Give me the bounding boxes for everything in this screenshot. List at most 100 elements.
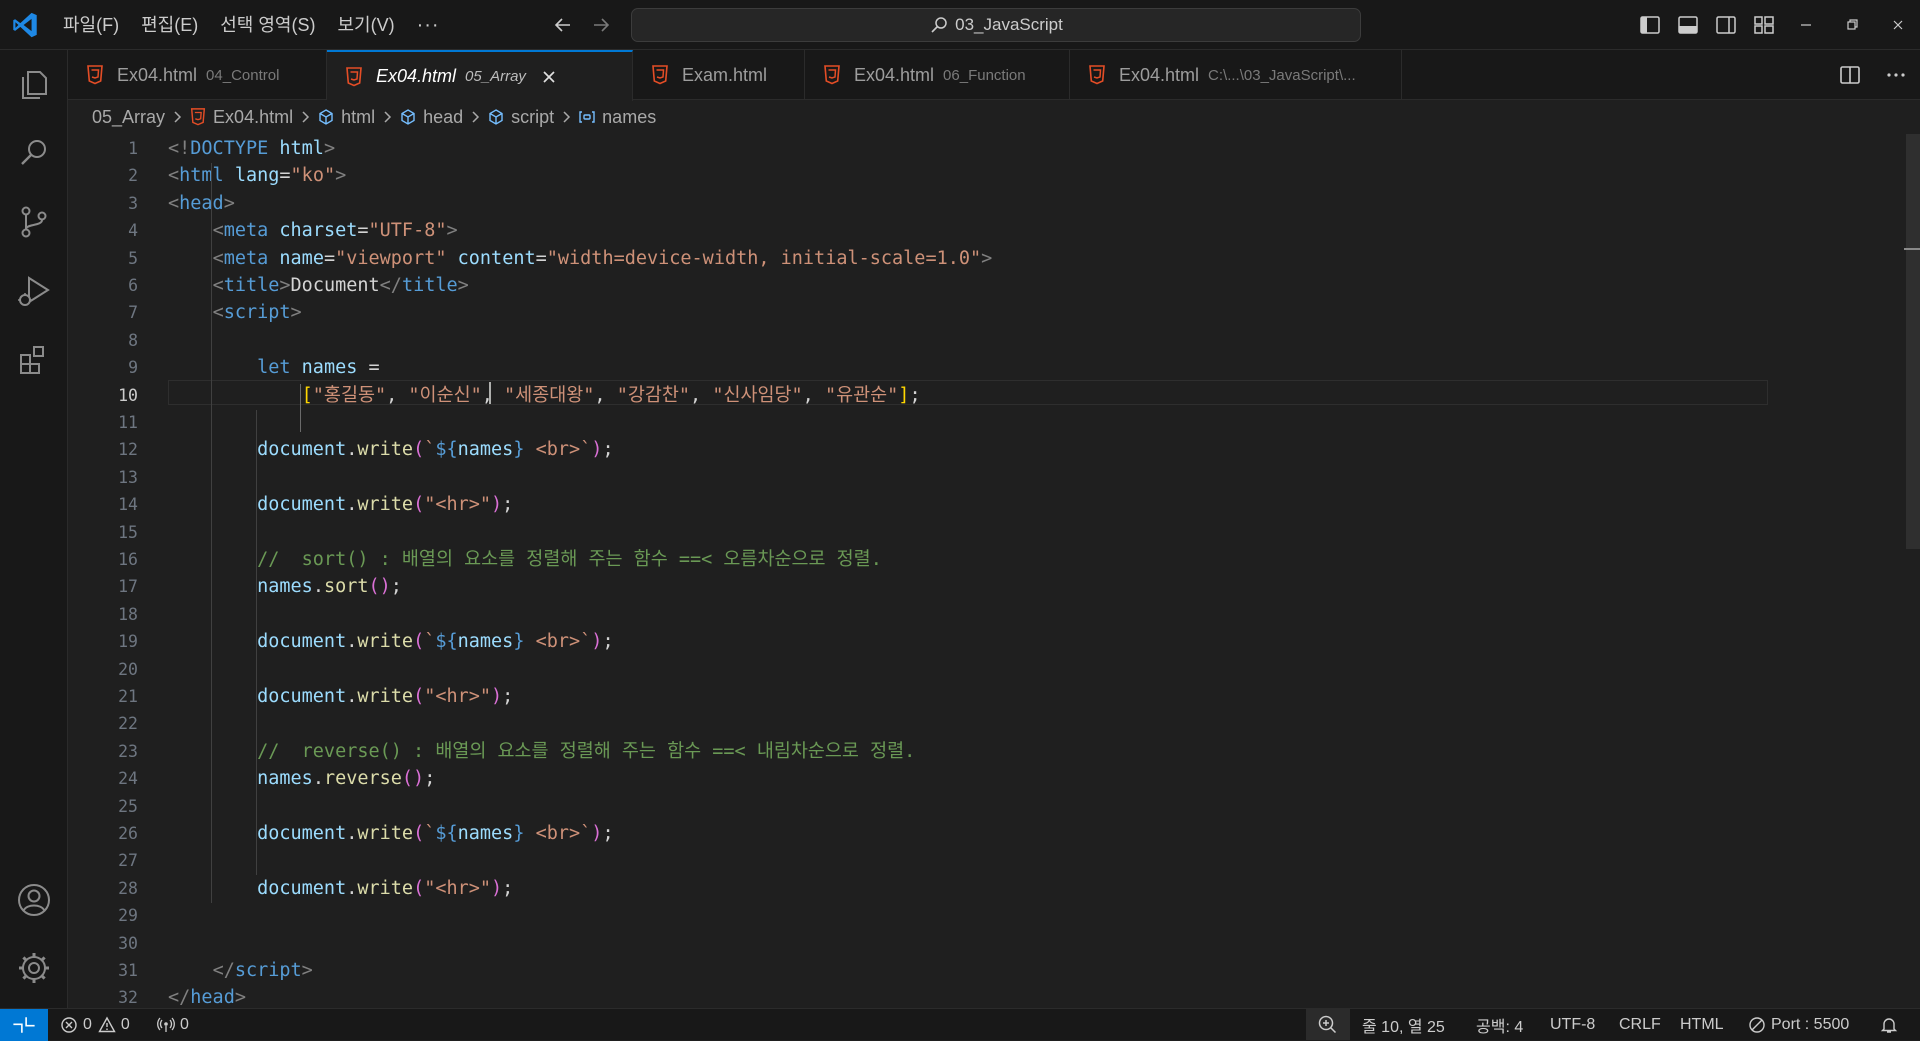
code-line[interactable]: names.sort(); [168, 573, 402, 600]
code-line[interactable]: <head> [168, 190, 235, 217]
run-debug-icon[interactable] [14, 271, 54, 311]
tab-close-icon[interactable] [540, 68, 558, 86]
code-token: . [312, 576, 324, 598]
code-token: . [346, 686, 358, 707]
breadcrumb-names[interactable]: names [578, 107, 656, 128]
code-token: > [457, 275, 469, 296]
code-token: <! [168, 138, 191, 159]
live-server-port[interactable]: Port : 5500 [1748, 1009, 1849, 1040]
menu-view[interactable]: 보기(V) [326, 0, 405, 50]
breadcrumb-head[interactable]: head [399, 107, 463, 128]
code-token: write [357, 686, 414, 707]
code-token: write [357, 631, 414, 653]
cursor-position[interactable]: 줄 10, 열 25 [1362, 1009, 1445, 1040]
code-editor[interactable]: 1 2 3 4 5 6 7 8 9 10 11 12 13 14 15 16 17 18 19 20 21 22 23 24 2… [68, 134, 1920, 1008]
vertical-scrollbar[interactable] [1904, 134, 1920, 1008]
extensions-icon[interactable] [14, 340, 54, 380]
code-line[interactable]: // reverse() : 배열의 요소를 정렬해 주는 함수 ==< 내림차… [168, 738, 915, 765]
tab-ex04-array[interactable]: Ex04.html 05_Array [327, 50, 633, 101]
code-token: </ [379, 275, 402, 296]
breadcrumb-script[interactable]: script [487, 107, 554, 128]
indentation-setting[interactable]: 공백: 4 [1476, 1009, 1523, 1040]
chevron-right-icon [174, 111, 182, 123]
source-control-icon[interactable] [14, 202, 54, 242]
code-line[interactable]: document.write("<hr>"); [168, 491, 513, 518]
code-line[interactable]: // sort() : 배열의 요소를 정렬해 주는 함수 ==< 오름차순으로… [168, 546, 882, 573]
more-actions-icon[interactable] [1884, 63, 1908, 87]
code-line[interactable]: <meta name="viewport" content="width=dev… [168, 245, 993, 272]
restore-icon[interactable] [1840, 13, 1864, 37]
code-token: = [535, 247, 547, 269]
line-number: 28 [118, 878, 138, 898]
code-token: , [594, 384, 617, 406]
ports-indicator[interactable]: 0 [157, 1009, 189, 1040]
tab-exam[interactable]: Exam.html [633, 50, 805, 100]
tab-ex04-function[interactable]: Ex04.html 06_Function [805, 50, 1070, 100]
code-token: > [335, 165, 347, 187]
explorer-icon[interactable] [14, 64, 54, 104]
tab-description: 04_Control [206, 66, 280, 84]
breadcrumb-html[interactable]: html [317, 107, 375, 128]
close-window-icon[interactable] [1886, 13, 1910, 37]
line-number: 22 [118, 714, 138, 734]
menu-selection[interactable]: 선택 영역(S) [209, 0, 326, 50]
account-icon[interactable] [14, 880, 54, 920]
code-line[interactable]: document.write("<hr>"); [168, 875, 513, 902]
code-token: ; [390, 576, 402, 598]
code-line[interactable]: document.write(`${names} <br>`); [168, 436, 613, 463]
code-token: name [268, 247, 324, 269]
code-line[interactable]: </head> [168, 984, 246, 1008]
code-token: </ [212, 960, 235, 981]
problems-indicator[interactable]: 0 0 [60, 1009, 130, 1040]
minimize-icon[interactable] [1794, 13, 1818, 37]
code-line[interactable]: <title>Document</title> [168, 272, 469, 299]
code-token: . [346, 823, 358, 844]
menu-more[interactable]: ··· [406, 0, 451, 50]
encoding-setting[interactable]: UTF-8 [1550, 1009, 1595, 1040]
toggle-primary-sidebar-icon[interactable] [1638, 13, 1662, 37]
port-label: Port : 5500 [1771, 1015, 1850, 1033]
manage-gear-icon[interactable] [14, 948, 54, 988]
code-token: < [212, 302, 224, 324]
notifications-bell[interactable] [1880, 1009, 1903, 1040]
menu-edit[interactable]: 편집(E) [130, 0, 209, 50]
code-token: <br>` [524, 439, 592, 461]
code-line[interactable]: <html lang="ko"> [168, 162, 346, 189]
code-line[interactable]: let names = [168, 354, 380, 381]
code-line[interactable]: </script> [168, 957, 313, 984]
toggle-panel-icon[interactable] [1676, 13, 1700, 37]
command-center-search[interactable]: 03_JavaScript [631, 8, 1361, 42]
code-token: names [257, 768, 313, 790]
code-line[interactable]: <script> [168, 299, 302, 326]
zoom-button[interactable] [1306, 1009, 1350, 1040]
tab-ex04-control[interactable]: Ex04.html 04_Control [68, 50, 327, 100]
code-line[interactable]: document.write(`${names} <br>`); [168, 820, 613, 847]
split-editor-icon[interactable] [1838, 63, 1862, 87]
code-token: < [212, 275, 224, 296]
scrollbar-thumb[interactable] [1906, 134, 1920, 549]
remote-indicator[interactable] [0, 1009, 48, 1041]
breadcrumb-file[interactable]: Ex04.html [189, 107, 293, 128]
line-number: 17 [118, 577, 138, 597]
code-line[interactable]: document.write(`${names} <br>`); [168, 628, 613, 655]
search-text: 03_JavaScript [955, 15, 1063, 34]
eol-setting[interactable]: CRLF [1619, 1009, 1661, 1040]
code-line[interactable]: ["홍길동", "이순신", "세종대왕", "강감찬", "신사임당", "유… [168, 382, 921, 409]
code-token: < [212, 220, 224, 242]
code-line[interactable]: document.write("<hr>"); [168, 683, 513, 710]
customize-layout-icon[interactable] [1752, 13, 1776, 37]
code-line[interactable]: <!DOCTYPE html> [168, 135, 335, 162]
breadcrumb-folder[interactable]: 05_Array [92, 107, 165, 128]
menu-file[interactable]: 파일(F) [52, 0, 130, 50]
toggle-secondary-sidebar-icon[interactable] [1714, 13, 1738, 37]
search-view-icon[interactable] [14, 133, 54, 173]
language-mode[interactable]: HTML [1680, 1009, 1724, 1040]
code-token: ; [502, 877, 514, 899]
tab-ex04-javascript[interactable]: Ex04.html C:\...\03_JavaScript\... [1070, 50, 1402, 100]
forward-arrow-icon[interactable] [589, 13, 613, 37]
code-line[interactable]: names.reverse(); [168, 765, 435, 792]
back-arrow-icon[interactable] [551, 13, 575, 37]
code-token: > [323, 138, 336, 159]
